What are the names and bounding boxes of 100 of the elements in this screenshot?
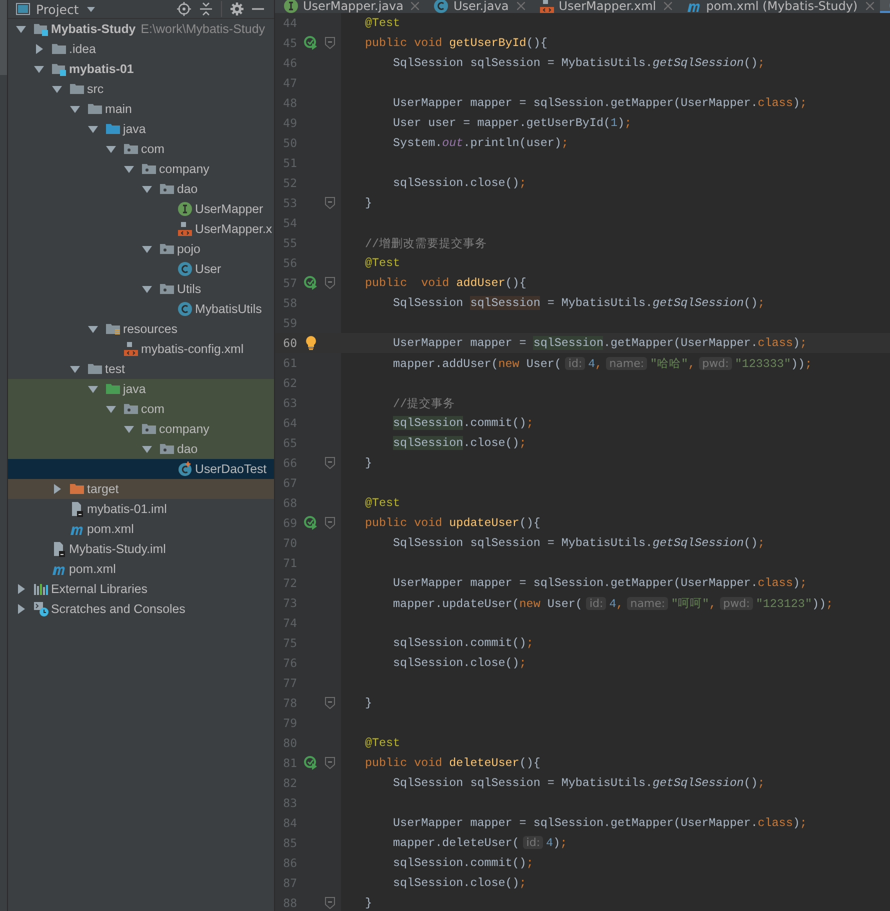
tree-item[interactable]: src xyxy=(8,79,274,99)
code-line: public void addUser(){ xyxy=(364,276,526,290)
module-folder-icon xyxy=(33,21,49,37)
tree-item[interactable]: Scratches and Consoles xyxy=(8,599,274,619)
expanded-arrow-icon[interactable] xyxy=(70,104,80,114)
tree-item[interactable]: company xyxy=(8,159,274,179)
fold-icon[interactable] xyxy=(325,517,335,529)
tree-item[interactable]: User xyxy=(8,259,274,279)
expanded-arrow-icon[interactable] xyxy=(106,144,116,154)
line-number: 60 xyxy=(282,336,297,350)
editor-tab[interactable]: UserMapper.java xyxy=(275,0,426,13)
expanded-arrow-icon[interactable] xyxy=(16,24,26,34)
locate-icon[interactable] xyxy=(177,2,191,16)
fold-icon[interactable] xyxy=(325,197,335,209)
tree-item[interactable]: Utils xyxy=(8,279,274,299)
fold-icon[interactable] xyxy=(325,457,335,469)
class-icon xyxy=(177,301,193,317)
folder-icon xyxy=(105,121,121,137)
tree-item[interactable]: company xyxy=(8,419,274,439)
xml-file-icon xyxy=(177,221,193,237)
tree-item[interactable]: Mybatis-Study E:\work\Mybatis-Study xyxy=(8,19,274,39)
tree-item[interactable]: mybatis-01 xyxy=(8,59,274,79)
tree-item[interactable]: main xyxy=(8,99,274,119)
tree-item[interactable]: pom.xml xyxy=(8,559,274,579)
code-line: } xyxy=(364,696,372,710)
editor-tab[interactable]: pom.xml (Mybatis-Study) xyxy=(678,0,880,13)
collapsed-arrow-icon[interactable] xyxy=(52,484,62,494)
fold-icon[interactable] xyxy=(325,697,335,709)
tree-item[interactable]: java xyxy=(8,119,274,139)
expanded-arrow-icon[interactable] xyxy=(88,384,98,394)
close-icon[interactable] xyxy=(664,2,672,10)
fold-icon[interactable] xyxy=(325,37,335,49)
tree-item[interactable]: com xyxy=(8,139,274,159)
package-icon xyxy=(123,141,139,157)
expanded-arrow-icon[interactable] xyxy=(106,404,116,414)
file-icon xyxy=(51,541,67,557)
collapsed-arrow-icon[interactable] xyxy=(16,604,26,614)
expanded-arrow-icon[interactable] xyxy=(88,324,98,334)
run-icon[interactable] xyxy=(304,516,318,530)
tree-item[interactable]: pom.xml xyxy=(8,519,274,539)
expanded-arrow-icon[interactable] xyxy=(142,184,152,194)
expanded-arrow-icon[interactable] xyxy=(70,364,80,374)
panel-icon xyxy=(16,3,30,15)
tree-item[interactable]: UserMapper.x xyxy=(8,219,274,239)
tree-item[interactable]: MybatisUtils xyxy=(8,299,274,319)
code-line: User user = mapper.getUserById(1); xyxy=(392,116,632,130)
tree-item[interactable]: target xyxy=(8,479,274,499)
tree-item[interactable]: com xyxy=(8,399,274,419)
tree-item[interactable]: Mybatis-Study.iml xyxy=(8,539,274,559)
code-line: sqlSession.close(); xyxy=(392,176,526,190)
expanded-arrow-icon[interactable] xyxy=(142,244,152,254)
tree-item[interactable]: pojo xyxy=(8,239,274,259)
tree-item[interactable]: UserDaoTest xyxy=(8,459,274,479)
tree-item[interactable]: dao xyxy=(8,439,274,459)
tree-item[interactable]: dao xyxy=(8,179,274,199)
close-icon[interactable] xyxy=(516,2,525,10)
module-folder-icon xyxy=(51,61,67,77)
tree-item[interactable]: java xyxy=(8,379,274,399)
code-line: UserMapper mapper = sqlSession.getMapper(UserMapper.class); xyxy=(392,816,807,830)
close-icon[interactable] xyxy=(411,2,420,10)
editor-tab[interactable]: User.java xyxy=(425,0,531,13)
expanded-arrow-icon[interactable] xyxy=(52,84,62,94)
run-icon[interactable] xyxy=(304,36,318,50)
tree-item[interactable]: test xyxy=(8,359,274,379)
panel-title[interactable]: Project xyxy=(36,2,79,16)
code-line: //增删改需要提交事务 xyxy=(364,236,488,250)
tree-item[interactable]: mybatis-config.xml xyxy=(8,339,274,359)
code-line: sqlSession.close(); xyxy=(392,436,526,450)
run-icon[interactable] xyxy=(304,276,318,290)
fold-icon[interactable] xyxy=(325,897,335,909)
code-line: sqlSession.commit(); xyxy=(392,636,534,650)
expanded-arrow-icon[interactable] xyxy=(142,284,152,294)
tree-item[interactable]: resources xyxy=(8,319,274,339)
expanded-arrow-icon[interactable] xyxy=(142,444,152,454)
expanded-arrow-icon[interactable] xyxy=(124,424,134,434)
fold-icon[interactable] xyxy=(325,277,335,289)
collapse-all-icon[interactable] xyxy=(199,2,213,16)
editor-tab[interactable]: UserMapper.xml xyxy=(530,0,678,13)
caret-icon[interactable] xyxy=(86,6,95,12)
class-icon xyxy=(177,261,193,277)
code-line: mapper.addUser(new User( id: 4, name: "哈哈", pwd: "123333")); xyxy=(392,356,812,370)
package-icon xyxy=(159,181,175,197)
bulb-icon[interactable] xyxy=(305,336,317,350)
code-line: SqlSession sqlSession = MybatisUtils.getSqlSession(); xyxy=(392,776,765,790)
collapsed-arrow-icon[interactable] xyxy=(34,44,44,54)
tree-item[interactable]: UserMapper xyxy=(8,199,274,219)
collapsed-arrow-icon[interactable] xyxy=(16,584,26,594)
fold-icon[interactable] xyxy=(325,757,335,769)
expanded-arrow-icon[interactable] xyxy=(88,124,98,134)
file-icon xyxy=(69,501,85,517)
code-line: UserMapper mapper = sqlSession.getMapper(UserMapper.class); xyxy=(392,576,807,590)
expanded-arrow-icon[interactable] xyxy=(34,64,44,74)
tree-item[interactable]: .idea xyxy=(8,39,274,59)
close-icon[interactable] xyxy=(866,2,874,10)
settings-icon[interactable] xyxy=(230,2,244,16)
code-line: } xyxy=(364,196,372,210)
tree-item[interactable]: External Libraries xyxy=(8,579,274,599)
run-icon[interactable] xyxy=(304,756,318,770)
tree-item[interactable]: mybatis-01.iml xyxy=(8,499,274,519)
expanded-arrow-icon[interactable] xyxy=(124,164,134,174)
